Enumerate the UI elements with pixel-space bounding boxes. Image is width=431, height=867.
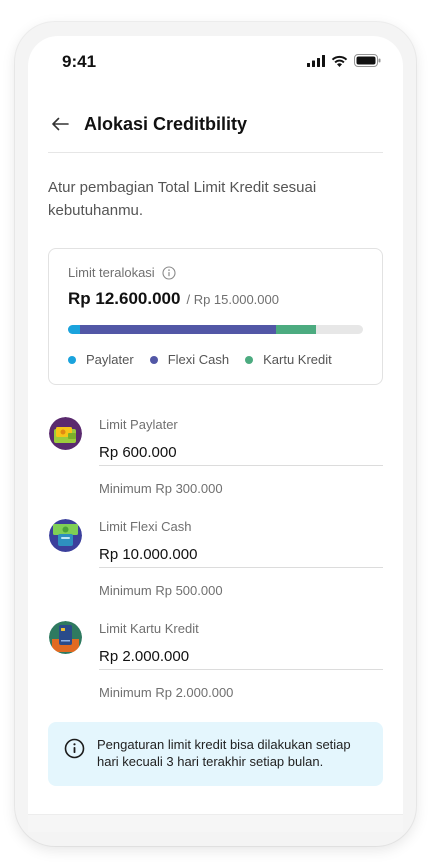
- limit-row-paylater: Limit Paylater Minimum Rp 300.000: [48, 409, 383, 499]
- legend-dot-flexi-cash: [149, 355, 158, 364]
- legend-dot-kartu-kredit: [245, 355, 254, 364]
- page-title: Alokasi Creditbility: [84, 113, 248, 134]
- allocated-label-row: Limit teralokasi: [68, 265, 176, 280]
- allocation-segment-flexi-cash: [79, 325, 277, 334]
- legend-item-flexi-cash: Flexi Cash: [149, 352, 230, 367]
- info-notice-text: Pengaturan limit kredit bisa dilakukan s…: [97, 737, 351, 769]
- wifi-icon: [331, 55, 348, 67]
- allocation-legend: Paylater Flexi Cash Kartu Kredit: [68, 352, 332, 367]
- allocation-segment-kartu-kredit: [276, 325, 316, 334]
- credit-card-icon: [49, 621, 82, 654]
- flexi-cash-money-icon: [49, 519, 82, 552]
- info-circle-icon: [64, 738, 85, 759]
- allocation-segment-paylater: [68, 325, 80, 334]
- app-screen: 9:41 Alokasi Creditbility Atur pembagian: [28, 36, 403, 832]
- allocation-progress-bar: [68, 325, 363, 334]
- status-time: 9:41: [62, 52, 97, 71]
- page-description: Atur pembagian Total Limit Kredit sesuai…: [48, 179, 317, 219]
- legend-label-paylater: Paylater: [86, 352, 134, 367]
- limit-row-kartu-kredit: Limit Kartu Kredit Minimum Rp 2.000.000: [48, 613, 383, 703]
- allocated-amount-row: Rp 12.600.000 / Rp 15.000.000: [68, 289, 279, 309]
- bottom-bar: [28, 814, 403, 832]
- status-icons: [307, 54, 381, 67]
- paylater-limit-input[interactable]: [99, 435, 383, 466]
- header-divider: [48, 152, 383, 153]
- battery-icon: [354, 54, 381, 67]
- back-button[interactable]: [48, 112, 72, 136]
- limit-row-flexi-cash: Limit Flexi Cash Minimum Rp 500.000: [48, 511, 383, 601]
- legend-item-kartu-kredit: Kartu Kredit: [245, 352, 332, 367]
- limit-minimum-kartu-kredit: Minimum Rp 2.000.000: [99, 685, 234, 700]
- allocated-amount: Rp 12.600.000: [68, 289, 181, 308]
- limit-minimum-flexi-cash: Minimum Rp 500.000: [99, 583, 223, 598]
- legend-label-flexi-cash: Flexi Cash: [167, 352, 230, 367]
- app-header: Alokasi Creditbility: [48, 106, 383, 142]
- limit-label-flexi-cash: Limit Flexi Cash: [99, 519, 192, 534]
- flexi-cash-limit-input[interactable]: [99, 537, 383, 568]
- kartu-kredit-limit-input[interactable]: [99, 639, 383, 670]
- info-notice: Pengaturan limit kredit bisa dilakukan s…: [48, 722, 383, 786]
- allocation-summary-card: Limit teralokasi Rp 12.600.000 / Rp 15.0…: [48, 248, 383, 385]
- legend-dot-paylater: [68, 355, 76, 364]
- total-limit-amount: / Rp 15.000.000: [186, 292, 279, 307]
- cellular-signal-icon: [307, 54, 325, 67]
- paylater-wallet-icon: [49, 417, 82, 450]
- arrow-left-icon: [52, 117, 69, 131]
- limit-label-paylater: Limit Paylater: [99, 417, 178, 432]
- legend-label-kartu-kredit: Kartu Kredit: [263, 352, 332, 367]
- info-icon[interactable]: [162, 265, 176, 280]
- limit-minimum-paylater: Minimum Rp 300.000: [99, 481, 223, 496]
- legend-item-paylater: Paylater: [68, 352, 134, 367]
- limit-label-kartu-kredit: Limit Kartu Kredit: [99, 621, 199, 636]
- allocated-limit-label: Limit teralokasi: [68, 265, 155, 280]
